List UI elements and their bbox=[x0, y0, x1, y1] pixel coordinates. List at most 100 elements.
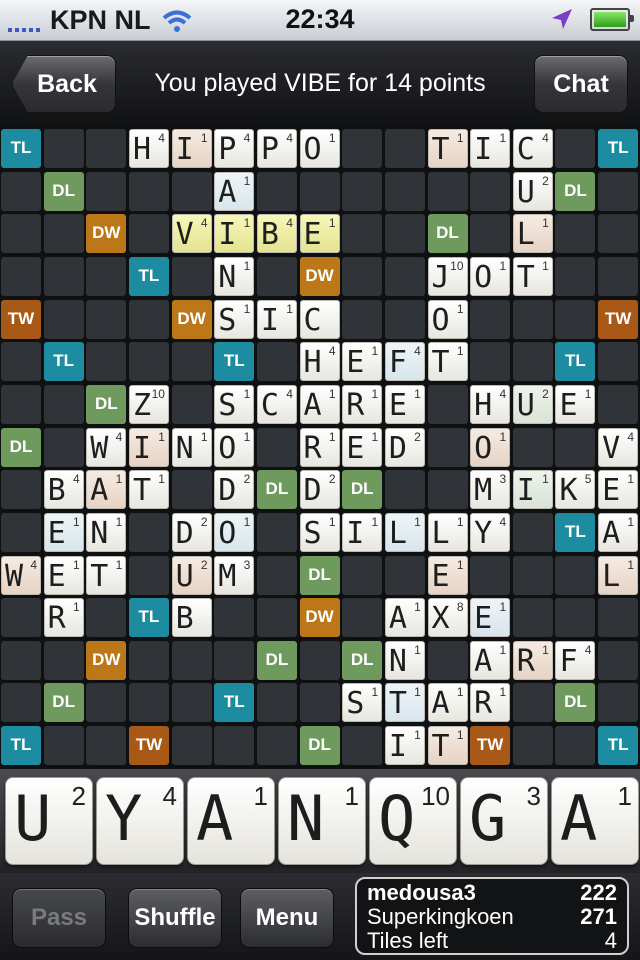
bonus-square-dl[interactable]: DL bbox=[342, 640, 383, 680]
rack-tile[interactable]: U2 bbox=[5, 777, 93, 865]
board-square[interactable] bbox=[171, 342, 212, 382]
board-square[interactable] bbox=[128, 299, 169, 339]
board-square[interactable] bbox=[427, 171, 468, 211]
board-square[interactable] bbox=[512, 512, 553, 552]
board-square[interactable] bbox=[342, 129, 383, 168]
board-square[interactable] bbox=[384, 470, 425, 510]
bonus-square-dl[interactable]: DL bbox=[555, 683, 596, 723]
board-square[interactable] bbox=[555, 598, 596, 638]
bonus-square-dw[interactable]: DW bbox=[299, 598, 340, 638]
board-square[interactable] bbox=[86, 342, 127, 382]
bonus-square-dl[interactable]: DL bbox=[43, 171, 84, 211]
board-square[interactable] bbox=[384, 171, 425, 211]
board-square[interactable] bbox=[43, 129, 84, 168]
board-square[interactable] bbox=[1, 256, 41, 296]
board-square[interactable] bbox=[555, 726, 596, 766]
board-square[interactable] bbox=[128, 214, 169, 254]
bonus-square-tl[interactable]: TL bbox=[43, 342, 84, 382]
board-square[interactable] bbox=[384, 129, 425, 168]
board-square[interactable] bbox=[256, 512, 297, 552]
board-square[interactable] bbox=[427, 470, 468, 510]
board-square[interactable] bbox=[598, 640, 639, 680]
bonus-square-tl[interactable]: TL bbox=[598, 129, 639, 168]
board-square[interactable] bbox=[342, 214, 383, 254]
board-square[interactable] bbox=[43, 726, 84, 766]
board-square[interactable] bbox=[342, 555, 383, 595]
board-square[interactable] bbox=[427, 640, 468, 680]
board-square[interactable] bbox=[470, 555, 511, 595]
bonus-square-tw[interactable]: TW bbox=[1, 299, 41, 339]
bonus-square-tl[interactable]: TL bbox=[1, 726, 41, 766]
board-square[interactable] bbox=[598, 342, 639, 382]
bonus-square-tw[interactable]: TW bbox=[128, 726, 169, 766]
board-square[interactable] bbox=[555, 427, 596, 467]
board-square[interactable] bbox=[598, 214, 639, 254]
board-square[interactable] bbox=[256, 726, 297, 766]
board-square[interactable] bbox=[512, 342, 553, 382]
bonus-square-dl[interactable]: DL bbox=[342, 470, 383, 510]
board-square[interactable] bbox=[555, 256, 596, 296]
board-square[interactable] bbox=[1, 512, 41, 552]
board-square[interactable] bbox=[512, 299, 553, 339]
board-square[interactable] bbox=[128, 555, 169, 595]
board-square[interactable] bbox=[171, 171, 212, 211]
board-square[interactable] bbox=[470, 171, 511, 211]
board-square[interactable] bbox=[512, 555, 553, 595]
board-square[interactable] bbox=[171, 384, 212, 424]
pass-button[interactable]: Pass bbox=[12, 888, 106, 948]
board-square[interactable] bbox=[384, 299, 425, 339]
board-square[interactable] bbox=[171, 256, 212, 296]
bonus-square-dl[interactable]: DL bbox=[427, 214, 468, 254]
bonus-square-dw[interactable]: DW bbox=[299, 256, 340, 296]
board-square[interactable] bbox=[555, 214, 596, 254]
board-square[interactable] bbox=[128, 640, 169, 680]
board-square[interactable] bbox=[598, 683, 639, 723]
board-square[interactable] bbox=[1, 171, 41, 211]
board-square[interactable] bbox=[1, 384, 41, 424]
board-square[interactable] bbox=[171, 640, 212, 680]
board-square[interactable] bbox=[470, 342, 511, 382]
board-square[interactable] bbox=[256, 683, 297, 723]
board-square[interactable] bbox=[256, 427, 297, 467]
bonus-square-dl[interactable]: DL bbox=[555, 171, 596, 211]
board-square[interactable] bbox=[342, 598, 383, 638]
bonus-square-dl[interactable]: DL bbox=[86, 384, 127, 424]
board-square[interactable] bbox=[1, 683, 41, 723]
board-square[interactable] bbox=[86, 299, 127, 339]
board-square[interactable] bbox=[43, 427, 84, 467]
board-square[interactable] bbox=[512, 683, 553, 723]
board-square[interactable] bbox=[86, 171, 127, 211]
bonus-square-tl[interactable]: TL bbox=[128, 256, 169, 296]
board-square[interactable] bbox=[128, 171, 169, 211]
board-square[interactable] bbox=[171, 726, 212, 766]
rack-tile[interactable]: Q 10 bbox=[369, 777, 457, 865]
board-square[interactable] bbox=[256, 171, 297, 211]
board-square[interactable] bbox=[86, 683, 127, 723]
bonus-square-tl[interactable]: TL bbox=[214, 342, 255, 382]
board-square[interactable] bbox=[128, 683, 169, 723]
board-square[interactable] bbox=[342, 256, 383, 296]
board-square[interactable] bbox=[43, 640, 84, 680]
board-square[interactable] bbox=[512, 598, 553, 638]
board-square[interactable] bbox=[427, 384, 468, 424]
bonus-square-dl[interactable]: DL bbox=[1, 427, 41, 467]
board-square[interactable] bbox=[342, 171, 383, 211]
rack-tile[interactable]: G3 bbox=[460, 777, 548, 865]
board-square[interactable] bbox=[86, 256, 127, 296]
board-square[interactable] bbox=[256, 555, 297, 595]
bonus-square-dw[interactable]: DW bbox=[86, 214, 127, 254]
board-square[interactable] bbox=[171, 470, 212, 510]
board-square[interactable] bbox=[512, 427, 553, 467]
board-square[interactable] bbox=[598, 171, 639, 211]
bonus-square-dw[interactable]: DW bbox=[171, 299, 212, 339]
board-square[interactable] bbox=[256, 598, 297, 638]
board-square[interactable] bbox=[43, 214, 84, 254]
board-square[interactable] bbox=[598, 384, 639, 424]
board-square[interactable] bbox=[86, 726, 127, 766]
board-square[interactable] bbox=[299, 683, 340, 723]
board-square[interactable] bbox=[43, 256, 84, 296]
board-square[interactable] bbox=[598, 598, 639, 638]
board-square[interactable] bbox=[384, 555, 425, 595]
board-square[interactable] bbox=[1, 640, 41, 680]
board-square[interactable] bbox=[86, 129, 127, 168]
